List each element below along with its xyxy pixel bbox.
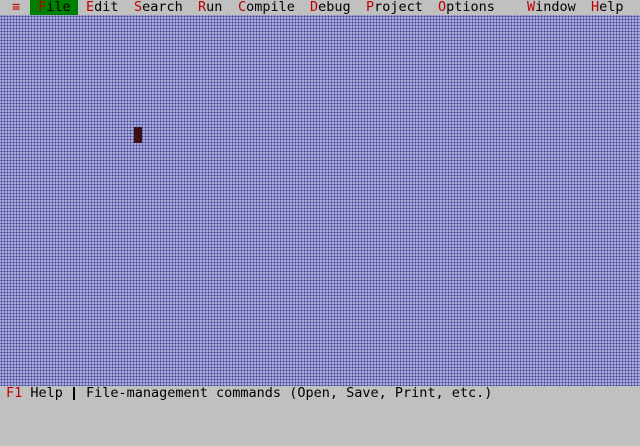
menu-edit-label: dit bbox=[94, 0, 119, 15]
menu-search-label: earch bbox=[142, 0, 183, 15]
menu-help[interactable]: Help bbox=[591, 0, 624, 15]
menu-run-label: un bbox=[206, 0, 223, 15]
status-hint: File-management commands (Open, Save, Pr… bbox=[86, 385, 493, 401]
status-f1-help[interactable]: F1 Help bbox=[6, 386, 63, 401]
menu-options-label: ptions bbox=[446, 0, 495, 15]
menu-edit-hotkey: E bbox=[86, 0, 95, 15]
mouse-cursor-block bbox=[134, 127, 142, 143]
menu-help-hotkey: H bbox=[591, 0, 600, 15]
menu-file[interactable]: File bbox=[30, 0, 78, 15]
menu-file-label: ile bbox=[46, 0, 71, 15]
menu-debug-hotkey: D bbox=[310, 0, 319, 15]
menu-options-hotkey: O bbox=[438, 0, 447, 15]
menu-compile-label: ompile bbox=[246, 0, 295, 15]
menu-compile[interactable]: Compile bbox=[238, 0, 295, 15]
desktop-background bbox=[0, 15, 640, 386]
menu-help-label: elp bbox=[599, 0, 624, 15]
status-separator bbox=[73, 387, 75, 400]
menu-debug[interactable]: Debug bbox=[310, 0, 351, 15]
menu-project[interactable]: Project bbox=[366, 0, 423, 15]
menu-run[interactable]: Run bbox=[198, 0, 222, 15]
menu-window-label: indow bbox=[535, 0, 576, 15]
menu-project-label: roject bbox=[374, 0, 423, 15]
menu-search[interactable]: Search bbox=[134, 0, 183, 15]
menu-options[interactable]: Options bbox=[438, 0, 495, 15]
status-bar: F1 Help File-management commands (Open, … bbox=[0, 386, 640, 401]
menu-bar: ≡ File Edit Search Run Compile Debug Pro… bbox=[0, 0, 640, 15]
menu-run-hotkey: R bbox=[198, 0, 207, 15]
system-menu-icon[interactable]: ≡ bbox=[12, 0, 20, 15]
menu-window[interactable]: Window bbox=[527, 0, 576, 15]
menu-project-hotkey: P bbox=[366, 0, 375, 15]
menu-window-hotkey: W bbox=[527, 0, 536, 15]
menu-debug-label: ebug bbox=[318, 0, 351, 15]
menu-compile-hotkey: C bbox=[238, 0, 247, 15]
menu-edit[interactable]: Edit bbox=[86, 0, 119, 15]
f1-label: Help bbox=[22, 385, 63, 401]
menu-search-hotkey: S bbox=[134, 0, 143, 15]
f1-key: F1 bbox=[6, 385, 23, 401]
